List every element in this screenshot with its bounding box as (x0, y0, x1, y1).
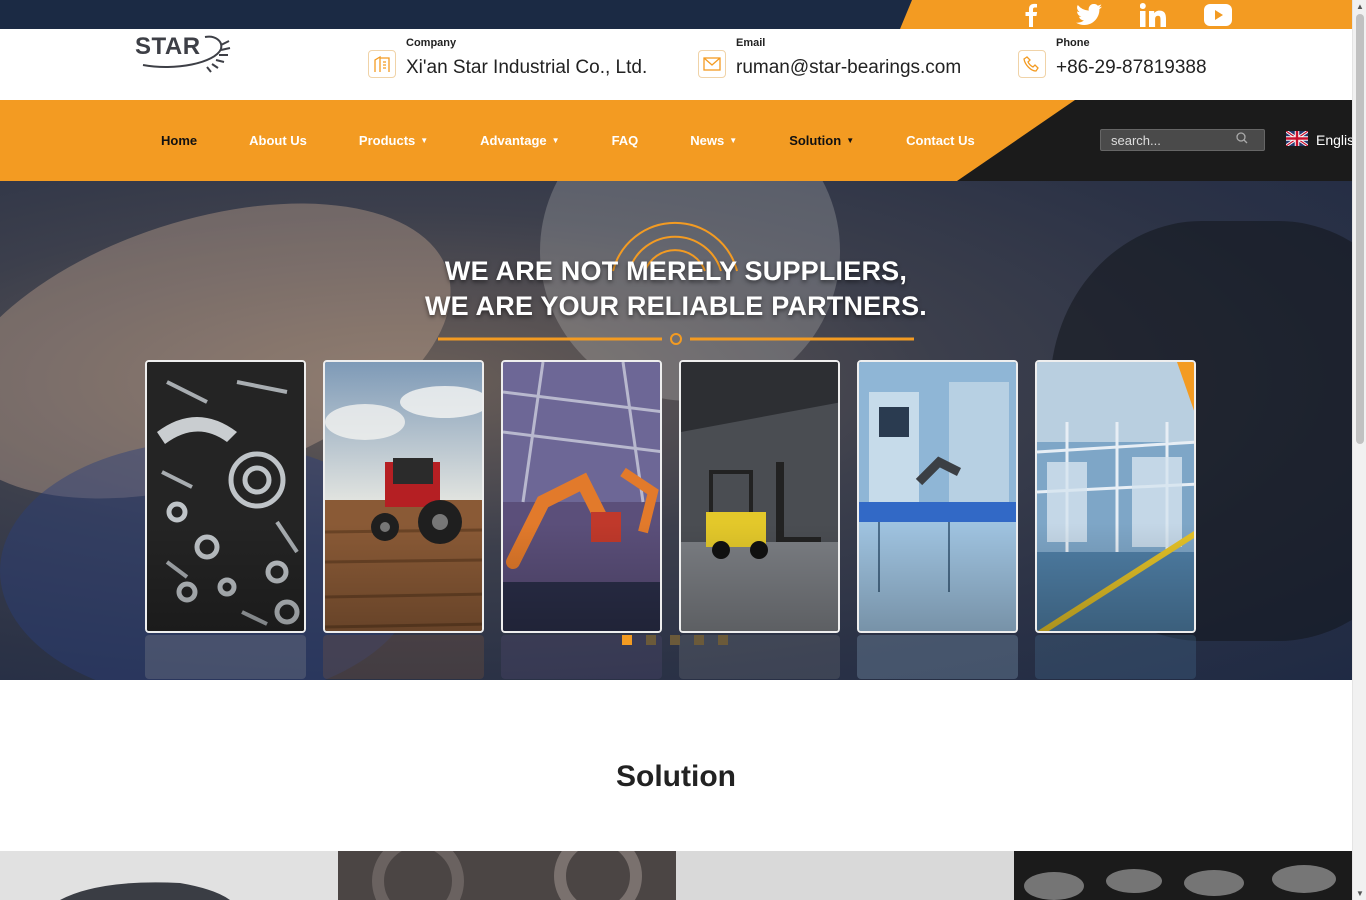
hero-banner: WE ARE NOT MERELY SUPPLIERS, WE ARE YOUR… (0, 181, 1352, 680)
phone-icon (1018, 50, 1046, 78)
facebook-icon[interactable] (1024, 3, 1038, 27)
card-reflection (857, 635, 1018, 679)
scroll-up-icon[interactable]: ▲ (1356, 2, 1364, 11)
card-reflection (323, 635, 484, 679)
carousel-dot[interactable] (646, 635, 656, 645)
solution-heading: Solution (616, 760, 736, 793)
email-contact: Email ruman@star-bearings.com (698, 37, 961, 79)
nav-item-contact-us[interactable]: Contact Us (906, 133, 975, 148)
solution-tiles (0, 851, 1352, 900)
carousel-pagination (622, 635, 728, 645)
hero-title-line-1: WE ARE NOT MERELY SUPPLIERS, (444, 256, 908, 286)
site-header: STAR Company Xi'an Star Industrial Co., … (0, 29, 1352, 100)
tractor-image (325, 362, 482, 631)
chevron-down-icon: ▼ (420, 136, 429, 145)
chevron-down-icon: ▼ (551, 136, 560, 145)
search-icon[interactable] (1236, 131, 1248, 149)
linkedin-icon[interactable] (1140, 2, 1166, 27)
logo[interactable]: STAR (135, 31, 235, 75)
hero-underline-icon (438, 333, 914, 345)
chevron-down-icon: ▼ (846, 136, 855, 145)
card-reflection (1035, 635, 1196, 679)
auto-parts-image (147, 362, 304, 631)
page: STAR Company Xi'an Star Industrial Co., … (0, 0, 1366, 900)
nav-item-products[interactable]: Products ▼ (359, 133, 428, 148)
language-label: Englis (1316, 132, 1355, 148)
company-name: Xi'an Star Industrial Co., Ltd. (406, 57, 648, 78)
phone-contact: Phone +86-29-87819388 (1018, 37, 1207, 79)
phone-label: Phone (1056, 37, 1090, 49)
search-input[interactable] (1111, 132, 1236, 148)
solution-tile[interactable] (1014, 851, 1352, 900)
card-robot-arm[interactable] (501, 360, 662, 633)
solution-tile-image (1024, 865, 1336, 900)
language-selector[interactable]: Englis (1285, 129, 1355, 149)
page-scrollbar[interactable]: ▲ ▼ (1352, 0, 1366, 900)
scrollbar-thumb[interactable] (1356, 14, 1364, 444)
carousel-dot[interactable] (622, 635, 632, 645)
uk-flag-icon (1285, 129, 1309, 149)
email-address[interactable]: ruman@star-bearings.com (736, 57, 961, 79)
solution-tile-image (372, 851, 642, 900)
nav-item-home[interactable]: Home (161, 133, 197, 148)
nav-item-news[interactable]: News ▼ (690, 133, 737, 148)
hero-title-line-2: WE ARE YOUR RELIABLE PARTNERS. (424, 291, 928, 321)
top-bar (0, 0, 1352, 29)
card-factory-line[interactable] (1035, 360, 1196, 633)
scroll-down-icon[interactable]: ▼ (1356, 889, 1364, 898)
card-forklift[interactable] (679, 360, 840, 633)
automation-lab-image (859, 362, 1016, 631)
solution-tile-image (60, 882, 230, 900)
chevron-down-icon: ▼ (729, 136, 738, 145)
twitter-icon[interactable] (1076, 3, 1102, 26)
nav-item-solution[interactable]: Solution ▼ (789, 133, 854, 148)
youtube-icon[interactable] (1204, 3, 1232, 26)
mail-icon (698, 50, 726, 78)
search-box (1100, 129, 1265, 151)
social-links (1024, 0, 1232, 29)
carousel-dot[interactable] (718, 635, 728, 645)
logo-swoosh-icon (142, 35, 231, 73)
solution-tile[interactable] (676, 851, 1014, 900)
solution-tile[interactable] (338, 851, 676, 900)
phone-number[interactable]: +86-29-87819388 (1056, 57, 1207, 79)
email-label: Email (736, 37, 766, 49)
nav-item-advantage[interactable]: Advantage ▼ (480, 133, 559, 148)
solution-tile[interactable] (0, 851, 338, 900)
main-nav: Home About Us Products ▼ Advantage ▼ FAQ N… (0, 100, 1355, 181)
robot-arm-image (503, 362, 660, 631)
factory-line-image (1037, 362, 1194, 631)
card-auto-parts[interactable] (145, 360, 306, 633)
carousel-dot[interactable] (694, 635, 704, 645)
card-reflection (145, 635, 306, 679)
card-tractor[interactable] (323, 360, 484, 633)
nav-menu: Home About Us Products ▼ Advantage ▼ FAQ N… (161, 100, 975, 181)
hero-card-carousel (145, 360, 1199, 679)
card-automation-lab[interactable] (857, 360, 1018, 633)
building-icon (368, 50, 396, 78)
nav-item-faq[interactable]: FAQ (612, 133, 639, 148)
nav-item-about-us[interactable]: About Us (249, 133, 307, 148)
carousel-dot[interactable] (670, 635, 680, 645)
company-label: Company (406, 37, 457, 49)
company-contact: Company Xi'an Star Industrial Co., Ltd. (368, 37, 647, 79)
forklift-image (681, 362, 838, 631)
